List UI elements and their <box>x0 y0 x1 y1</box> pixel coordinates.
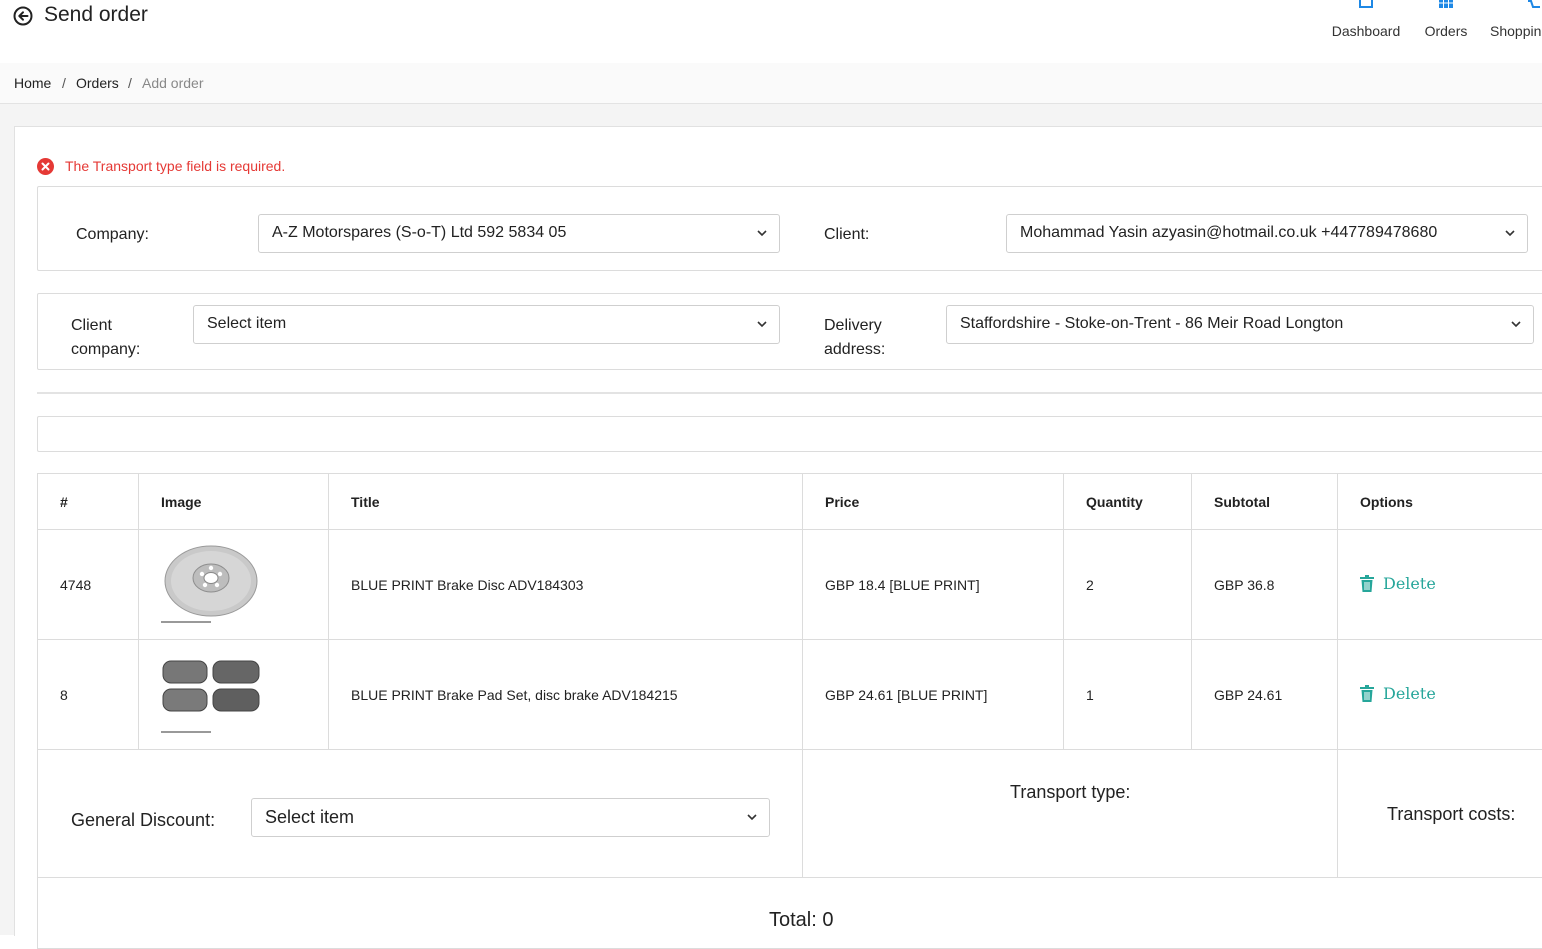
delete-button[interactable]: Delete <box>1360 574 1436 593</box>
column-header-title: Title <box>329 474 803 530</box>
general-discount-select[interactable]: Select item <box>251 798 770 837</box>
client-company-label: Client company: <box>71 314 140 362</box>
cart-icon <box>1526 0 1542 9</box>
transport-type-label: Transport type: <box>1010 782 1130 803</box>
nav-dashboard[interactable]: Dashboard <box>1331 0 1401 62</box>
client-select[interactable]: Mohammad Yasin azyasin@hotmail.co.uk +44… <box>1006 214 1528 253</box>
company-select-value: A-Z Motorspares (S-o-T) Ltd 592 5834 05 <box>272 224 566 242</box>
client-company-label-line2: company: <box>71 341 140 358</box>
row-quantity: 2 <box>1064 530 1192 640</box>
row-image-cell <box>139 640 329 750</box>
breadcrumb-separator: / <box>62 75 66 91</box>
back-arrow-icon[interactable] <box>13 6 33 26</box>
client-company-select[interactable]: Select item <box>193 305 780 344</box>
error-text: The Transport type field is required. <box>65 158 285 174</box>
chevron-down-icon <box>747 813 757 821</box>
trash-icon <box>1360 685 1374 702</box>
transport-costs-label: Transport costs: <box>1387 804 1515 825</box>
order-total: Total: 0 <box>769 909 833 932</box>
row-subtotal: GBP 24.61 <box>1192 640 1338 750</box>
nav-orders-label: Orders <box>1420 23 1472 39</box>
delete-label: Delete <box>1383 684 1436 703</box>
row-title: BLUE PRINT Brake Disc ADV184303 <box>329 530 803 640</box>
client-label: Client: <box>824 223 869 247</box>
column-header-price: Price <box>803 474 1064 530</box>
row-options-cell: Delete <box>1338 530 1542 640</box>
column-header-options: Options <box>1338 474 1542 530</box>
company-label: Company: <box>76 223 149 247</box>
order-items-table: # Image Title Price Quantity Subtotal Op… <box>37 473 1542 750</box>
table-row: 4748 BLUE PRINT Brake Disc ADV184303 GBP… <box>38 530 1542 640</box>
product-search-box[interactable] <box>37 416 1542 452</box>
column-header-number: # <box>38 474 139 530</box>
table-header-row: # Image Title Price Quantity Subtotal Op… <box>38 474 1542 530</box>
section-divider <box>37 392 1542 394</box>
delete-button[interactable]: Delete <box>1360 684 1436 703</box>
column-header-subtotal: Subtotal <box>1192 474 1338 530</box>
breadcrumb-current: Add order <box>142 75 203 91</box>
row-price: GBP 24.61 [BLUE PRINT] <box>803 640 1064 750</box>
client-company-select-value: Select item <box>207 315 286 333</box>
page-title: Send order <box>44 3 148 27</box>
nav-dashboard-label: Dashboard <box>1331 23 1401 39</box>
row-id: 8 <box>38 640 139 750</box>
client-company-label-line1: Client <box>71 317 112 334</box>
nav-shopping-label: Shoppin <box>1490 23 1542 39</box>
general-discount-select-value: Select item <box>265 807 354 828</box>
column-header-quantity: Quantity <box>1064 474 1192 530</box>
row-title: BLUE PRINT Brake Pad Set, disc brake ADV… <box>329 640 803 750</box>
row-price: GBP 18.4 [BLUE PRINT] <box>803 530 1064 640</box>
table-row: 8 BLUE PRINT Brake Pad Set, disc brake A… <box>38 640 1542 750</box>
nav-orders[interactable]: Orders <box>1420 0 1472 62</box>
transport-type-cell <box>802 749 1339 879</box>
breadcrumb: Home / Orders / Add order <box>0 63 1542 104</box>
row-image-cell <box>139 530 329 640</box>
column-header-image: Image <box>139 474 329 530</box>
breadcrumb-home[interactable]: Home <box>14 75 51 91</box>
breadcrumb-orders[interactable]: Orders <box>76 75 119 91</box>
row-options-cell: Delete <box>1338 640 1542 750</box>
brake-pad-set-image <box>161 655 261 735</box>
client-select-value: Mohammad Yasin azyasin@hotmail.co.uk +44… <box>1020 224 1437 242</box>
brake-disc-image <box>161 545 261 625</box>
delivery-label-line2: address: <box>824 341 885 358</box>
delivery-label-line1: Delivery <box>824 317 882 334</box>
delivery-address-select-value: Staffordshire - Stoke-on-Trent - 86 Meir… <box>960 315 1343 333</box>
company-select[interactable]: A-Z Motorspares (S-o-T) Ltd 592 5834 05 <box>258 214 780 253</box>
home-icon <box>1358 0 1374 9</box>
row-id: 4748 <box>38 530 139 640</box>
delivery-address-label: Delivery address: <box>824 314 885 362</box>
delivery-address-select[interactable]: Staffordshire - Stoke-on-Trent - 86 Meir… <box>946 305 1534 344</box>
chevron-down-icon <box>1511 320 1521 328</box>
chevron-down-icon <box>1505 229 1515 237</box>
chevron-down-icon <box>757 229 767 237</box>
top-header: Send order Dashboard Orders Shoppin <box>0 0 1542 64</box>
row-subtotal: GBP 36.8 <box>1192 530 1338 640</box>
grid-icon <box>1438 0 1454 9</box>
general-discount-label: General Discount: <box>71 810 215 831</box>
error-icon <box>37 158 54 175</box>
chevron-down-icon <box>757 320 767 328</box>
nav-shopping[interactable]: Shoppin <box>1489 0 1542 62</box>
delete-label: Delete <box>1383 574 1436 593</box>
row-quantity: 1 <box>1064 640 1192 750</box>
breadcrumb-separator: / <box>128 75 132 91</box>
trash-icon <box>1360 575 1374 592</box>
